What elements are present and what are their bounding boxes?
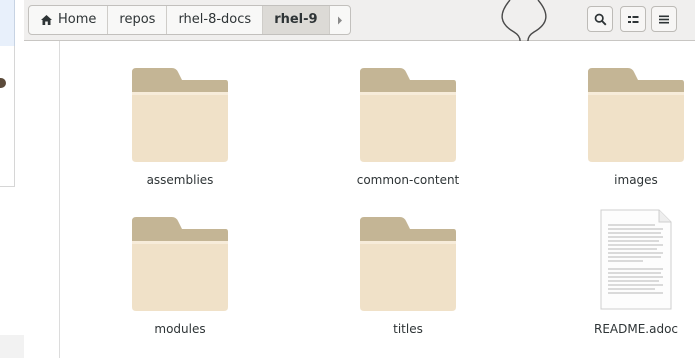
breadcrumb-repos[interactable]: repos xyxy=(108,6,168,34)
chevron-right-icon xyxy=(337,16,342,24)
folder-label: common-content xyxy=(356,173,460,187)
folder-item-common-content[interactable]: common-content xyxy=(333,66,483,191)
folder-icon xyxy=(132,68,228,162)
left-panel-fragment xyxy=(0,46,15,187)
breadcrumb: Home repos rhel-8-docs rhel-9 xyxy=(28,5,351,35)
breadcrumb-rhel-9-label: rhel-9 xyxy=(274,12,318,27)
menu-button[interactable] xyxy=(651,6,677,32)
folder-item-assemblies[interactable]: assemblies xyxy=(105,66,255,191)
left-window-edge xyxy=(0,0,24,358)
folder-item-images[interactable]: images xyxy=(561,66,695,191)
folder-item-titles[interactable]: titles xyxy=(333,215,483,340)
breadcrumb-repos-label: repos xyxy=(119,12,156,27)
breadcrumb-rhel-9[interactable]: rhel-9 xyxy=(263,6,330,34)
document-icon xyxy=(600,209,672,310)
folder-label: images xyxy=(614,173,658,187)
folder-label: titles xyxy=(393,322,423,336)
file-grid: assemblies common-content images modules xyxy=(59,41,695,358)
breadcrumb-forward-arrow[interactable] xyxy=(330,6,350,34)
file-item-readme[interactable]: README.adoc xyxy=(561,209,695,340)
search-icon xyxy=(594,13,606,25)
folder-icon xyxy=(360,68,456,162)
breadcrumb-rhel-8-docs[interactable]: rhel-8-docs xyxy=(167,6,264,34)
header-bar: Home repos rhel-8-docs rhel-9 xyxy=(24,0,695,95)
left-selection-bar xyxy=(0,0,15,46)
folder-icon xyxy=(588,68,684,162)
folder-item-modules[interactable]: modules xyxy=(105,215,255,340)
hamburger-menu-icon xyxy=(659,15,669,23)
view-options-button[interactable] xyxy=(620,6,646,32)
folder-label: assemblies xyxy=(146,173,214,187)
left-lower-fragment xyxy=(0,335,24,358)
file-label: README.adoc xyxy=(593,322,679,336)
search-button[interactable] xyxy=(587,6,613,32)
folder-icon xyxy=(360,217,456,311)
folder-label: modules xyxy=(154,322,206,336)
breadcrumb-home-label: Home xyxy=(58,12,97,27)
list-view-icon xyxy=(627,15,638,23)
breadcrumb-rhel-8-docs-label: rhel-8-docs xyxy=(178,12,252,27)
home-icon xyxy=(41,15,52,25)
folder-icon xyxy=(132,217,228,311)
breadcrumb-home[interactable]: Home xyxy=(29,6,109,34)
